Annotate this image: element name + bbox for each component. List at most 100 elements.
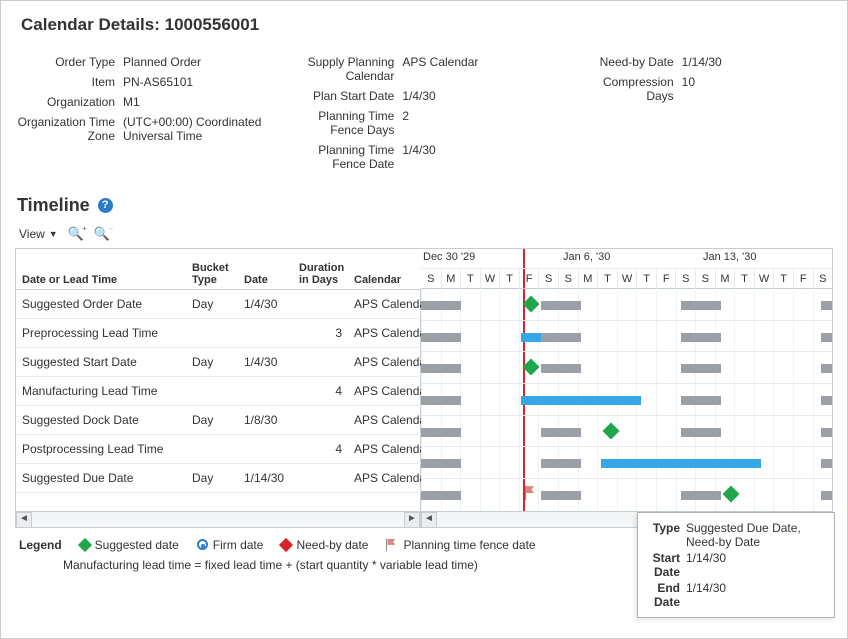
cell-bt [186,318,238,347]
cell-bt: Day [186,289,238,318]
nonworking-bar [681,301,721,310]
detail-value: PN-AS65101 [123,75,274,89]
table-row[interactable]: Suggested Dock DateDay1/8/30APS Calendar [16,405,421,434]
detail-value: APS Calendar [402,55,553,83]
help-icon[interactable]: ? [98,198,113,213]
day-cell: M [715,268,735,289]
cell-name: Suggested Due Date [16,463,186,492]
day-cell: T [499,268,519,289]
gantt-row[interactable] [421,447,832,479]
table-row[interactable]: Preprocessing Lead Time3APS Calendar [16,318,421,347]
title-id: 1000556001 [165,15,260,34]
day-cell: S [695,268,715,289]
table-row[interactable]: Manufacturing Lead Time4APS Calendar [16,376,421,405]
left-scrollbar[interactable]: ◄ ► [16,511,421,527]
cell-cal: APS Calendar [348,318,421,347]
col-calendar[interactable]: Calendar [348,249,421,289]
cell-dur: 4 [293,376,348,405]
ptf-flag[interactable] [525,486,537,500]
col-bucket-type[interactable]: Bucket Type [186,249,238,289]
tt-type-value: Suggested Due Date, Need-by Date [686,521,826,549]
zoom-in-icon[interactable]: 🔍+ [68,226,84,242]
gantt-row[interactable] [421,289,832,321]
details-region: Order TypePlanned OrderItemPN-AS65101Org… [15,49,833,177]
detail-value: 1/14/30 [682,55,833,69]
gantt-row[interactable] [421,384,832,416]
tt-type-label: Type [646,521,686,549]
day-cell: T [734,268,754,289]
tooltip: TypeSuggested Due Date, Need-by Date Sta… [637,512,835,618]
suggested-marker[interactable] [603,422,620,439]
scroll-right-icon[interactable]: ► [404,512,420,528]
day-cell: S [538,268,558,289]
nonworking-bar [681,364,721,373]
cell-date [238,434,293,463]
tt-end-label: End Date [646,581,686,609]
view-label: View [19,227,45,241]
nonworking-bar [541,333,581,342]
day-cell: S [421,268,441,289]
detail-label: Order Type [15,55,123,69]
timeline-grid: Date or Lead Time Bucket Type Date Durat… [15,248,833,528]
scroll-left-icon[interactable]: ◄ [421,512,437,528]
cell-date: 1/14/30 [238,463,293,492]
day-cell: W [617,268,637,289]
cell-date [238,376,293,405]
task-bar[interactable] [521,333,541,342]
cell-cal: APS Calendar [348,434,421,463]
gantt-row[interactable] [421,352,832,384]
detail-row: OrganizationM1 [15,95,274,109]
day-cell: F [656,268,676,289]
suggested-marker[interactable] [523,359,540,376]
cell-name: Preprocessing Lead Time [16,318,186,347]
col-name[interactable]: Date or Lead Time [16,249,186,289]
tt-start-value: 1/14/30 [686,551,726,579]
task-bar[interactable] [601,459,761,468]
col-date[interactable]: Date [238,249,293,289]
cell-date: 1/8/30 [238,405,293,434]
nonworking-bar [821,459,832,468]
suggested-marker[interactable] [723,486,740,503]
col-duration[interactable]: Duration in Days [293,249,348,289]
cell-dur: 4 [293,434,348,463]
nonworking-bar [541,428,581,437]
cell-date: 1/4/30 [238,347,293,376]
cell-bt: Day [186,463,238,492]
gantt-row[interactable] [421,416,832,448]
gantt-chart[interactable]: Dec 30 '29Jan 6, '30Jan 13, '30 SMTWTFSS… [421,249,832,511]
table-row[interactable]: Suggested Order DateDay1/4/30APS Calenda… [16,289,421,318]
week-label: Jan 13, '30 [703,251,756,263]
nonworking-bar [421,396,461,405]
detail-value: M1 [123,95,274,109]
timeline-heading: Timeline ? [17,195,833,216]
detail-value: (UTC+00:00) Coordinated Universal Time [123,115,274,143]
day-cell: S [675,268,695,289]
nonworking-bar [821,428,832,437]
day-cell: M [441,268,461,289]
detail-row: Need-by Date1/14/30 [574,55,833,69]
detail-row: Plan Start Date1/4/30 [294,89,553,103]
nonworking-bar [421,333,461,342]
gantt-row[interactable] [421,321,832,353]
view-menu[interactable]: View ▼ [19,227,58,241]
cell-bt: Day [186,347,238,376]
table-row[interactable]: Suggested Due DateDay1/14/30APS Calendar [16,463,421,492]
nonworking-bar [541,301,581,310]
detail-value: Planned Order [123,55,274,69]
day-cell: F [793,268,813,289]
toolbar: View ▼ 🔍+ 🔍− [15,224,833,248]
suggested-marker[interactable] [523,296,540,313]
cell-cal: APS Calendar [348,347,421,376]
table-row[interactable]: Suggested Start DateDay1/4/30APS Calenda… [16,347,421,376]
task-bar[interactable] [521,396,641,405]
week-label: Dec 30 '29 [423,251,475,263]
detail-value: 2 [402,109,553,137]
nonworking-bar [821,491,832,500]
gantt-row[interactable] [421,479,832,511]
table-row[interactable]: Postprocessing Lead Time4APS Calendar [16,434,421,463]
scroll-left-icon[interactable]: ◄ [16,512,32,528]
day-cell: T [597,268,617,289]
detail-label: Organization [15,95,123,109]
nonworking-bar [821,301,832,310]
chevron-down-icon: ▼ [49,229,58,239]
